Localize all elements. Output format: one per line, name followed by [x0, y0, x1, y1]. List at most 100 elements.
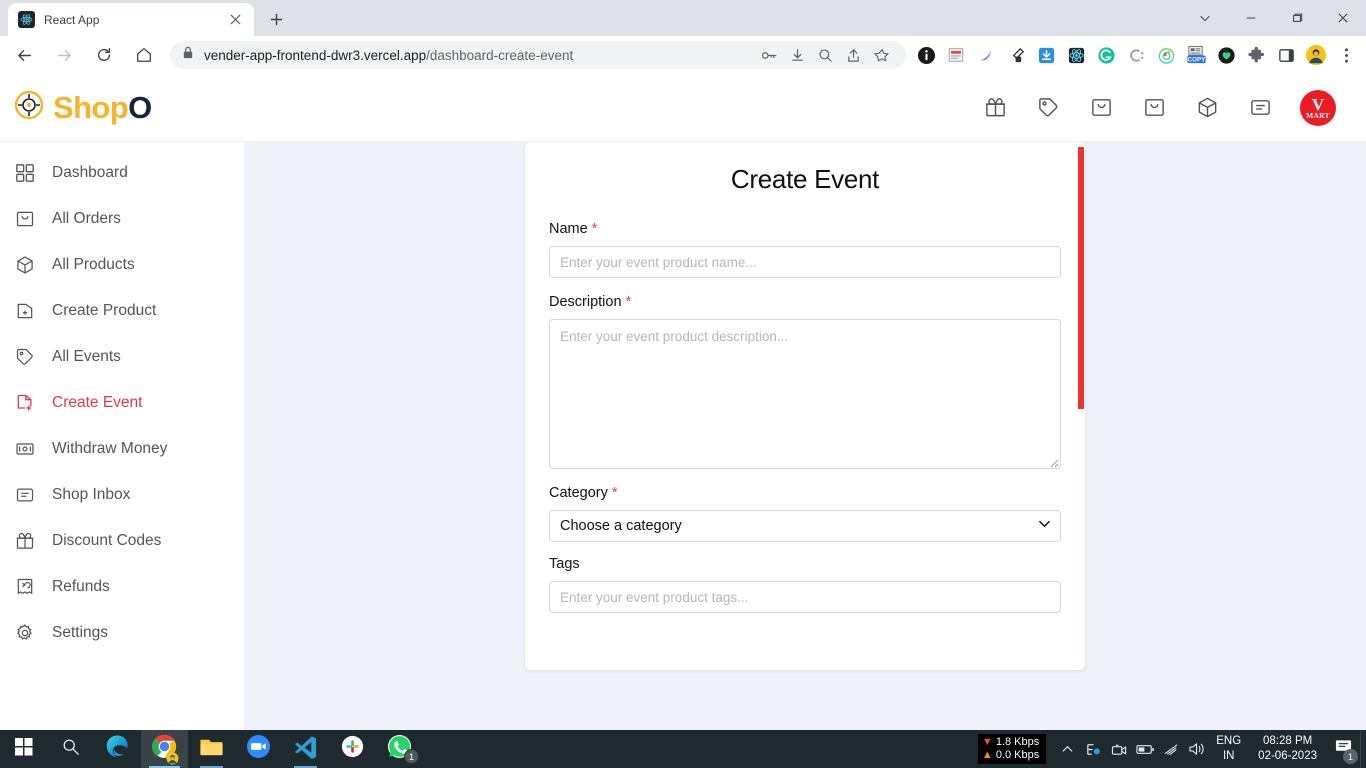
shopo-logo[interactable]: ShopO — [14, 90, 152, 126]
download-blue-icon[interactable] — [1032, 41, 1060, 69]
sidebar-item-create-product[interactable]: Create Product — [0, 288, 244, 334]
sidebar-item-settings[interactable]: Settings — [0, 610, 244, 656]
sidepanel-icon[interactable] — [1272, 41, 1300, 69]
logo-text: ShopO — [53, 89, 152, 125]
bookmark-star-icon[interactable] — [868, 42, 894, 68]
volume-icon[interactable] — [1184, 730, 1210, 768]
info-badge-icon[interactable] — [912, 41, 940, 69]
name-input[interactable] — [549, 246, 1061, 278]
copy-icon[interactable]: COPY — [1182, 41, 1210, 69]
package-icon[interactable] — [1194, 95, 1220, 121]
notes-icon[interactable] — [942, 41, 970, 69]
tags-input[interactable] — [549, 581, 1061, 613]
puzzle-extensions-icon[interactable] — [1242, 41, 1270, 69]
grid-dashboard-icon — [14, 162, 36, 184]
sidebar-item-discount-codes[interactable]: Discount Codes — [0, 518, 244, 564]
chrome-icon — [151, 734, 179, 765]
sidebar-item-refunds[interactable]: Refunds — [0, 564, 244, 610]
sidebar-item-label: Discount Codes — [52, 532, 162, 549]
gift-icon — [14, 530, 36, 552]
sidebar-item-label: Create Event — [52, 394, 143, 411]
heart-shield-icon[interactable] — [1212, 41, 1240, 69]
zoom-button[interactable] — [235, 730, 282, 768]
description-textarea[interactable] — [549, 319, 1061, 469]
download-icon[interactable] — [784, 42, 810, 68]
tab-title: React App — [44, 12, 100, 27]
whatsapp-button[interactable]: 1 — [376, 730, 423, 768]
shopping-bag-2-icon[interactable] — [1141, 95, 1167, 121]
sidebar-item-label: All Products — [52, 256, 135, 273]
slack-button[interactable] — [329, 730, 376, 768]
network-share-icon[interactable] — [1080, 730, 1106, 768]
battery-icon[interactable] — [1132, 730, 1158, 768]
back-arrow-icon[interactable] — [9, 40, 39, 70]
grammarly-icon[interactable] — [1092, 41, 1120, 69]
profile-avatar-icon[interactable] — [1302, 41, 1330, 69]
reload-icon[interactable] — [89, 40, 119, 70]
address-bar[interactable]: vender-app-frontend-dwr3.vercel.app/dash… — [170, 41, 906, 69]
c-colon-icon[interactable] — [1122, 41, 1150, 69]
avatar[interactable]: V MART — [1300, 89, 1336, 126]
chevron-down-icon[interactable] — [1182, 2, 1228, 34]
sidebar-item-all-orders[interactable]: All Orders — [0, 196, 244, 242]
network-speed-widget[interactable]: ▼ 1.8 Kbps ▲ 0.0 Kbps — [977, 734, 1047, 764]
gradient-icon[interactable] — [972, 41, 1000, 69]
sidebar: Dashboard All Orders All Products Create… — [0, 142, 244, 730]
new-tab-button[interactable] — [262, 5, 290, 33]
extensions-tray: COPY — [912, 41, 1362, 69]
header-icon-group: V MART — [982, 89, 1336, 126]
wifi-icon[interactable] — [1158, 730, 1184, 768]
chevron-up-icon[interactable] — [1054, 730, 1080, 768]
vscode-button[interactable] — [282, 730, 329, 768]
show-desktop-button[interactable] — [1360, 730, 1366, 768]
close-icon[interactable] — [226, 11, 244, 29]
sidebar-item-withdraw-money[interactable]: Withdraw Money — [0, 426, 244, 472]
gift-icon[interactable] — [982, 95, 1008, 121]
sidebar-item-shop-inbox[interactable]: Shop Inbox — [0, 472, 244, 518]
language-indicator[interactable]: ENG IN — [1210, 734, 1249, 764]
required-marker: * — [625, 294, 632, 310]
sidebar-item-label: Refunds — [52, 578, 110, 595]
maximize-icon[interactable] — [1274, 2, 1320, 34]
shopping-bag-icon — [14, 208, 36, 230]
start-button[interactable] — [0, 730, 47, 768]
forward-arrow-icon[interactable] — [49, 40, 79, 70]
sidebar-item-all-products[interactable]: All Products — [0, 242, 244, 288]
share-icon[interactable] — [840, 42, 866, 68]
page-scrollbar[interactable] — [1078, 142, 1084, 730]
page-viewport: ShopO V MART Dashboard All Orders All Pr… — [0, 74, 1366, 730]
scrollbar-thumb[interactable] — [1078, 147, 1084, 409]
shopping-bag-icon[interactable] — [1088, 95, 1114, 121]
file-explorer-button[interactable] — [188, 730, 235, 768]
sidebar-item-all-events[interactable]: All Events — [0, 334, 244, 380]
category-select[interactable]: Choose a category — [549, 510, 1061, 542]
target-icon[interactable] — [1152, 41, 1180, 69]
react-devtools-icon[interactable] — [1062, 41, 1090, 69]
close-window-icon[interactable] — [1320, 2, 1366, 34]
page-title: Create Event — [730, 164, 880, 194]
clock-time: 08:28 PM — [1262, 735, 1313, 747]
home-icon[interactable] — [129, 40, 159, 70]
chrome-menu-icon[interactable] — [1332, 41, 1360, 69]
upload-speed: ▲ 0.0 Kbps — [981, 749, 1040, 761]
browser-tab[interactable]: React App — [8, 3, 254, 36]
clock[interactable]: 08:28 PM 02-06-2023 — [1249, 734, 1326, 764]
zoom-app-icon — [246, 734, 271, 764]
chrome-button[interactable] — [141, 730, 188, 768]
tags-field-group: Tags — [549, 556, 1061, 613]
name-label: Name * — [549, 221, 598, 237]
camera-icon[interactable] — [1106, 730, 1132, 768]
zoom-icon[interactable] — [812, 42, 838, 68]
download-arrow-icon: ▼ — [981, 736, 993, 748]
sidebar-item-create-event[interactable]: Create Event — [0, 380, 244, 426]
edge-button[interactable] — [94, 730, 141, 768]
eyedropper-icon[interactable] — [1002, 41, 1030, 69]
sidebar-item-dashboard[interactable]: Dashboard — [0, 150, 244, 196]
target-logo-icon — [14, 90, 44, 125]
message-icon[interactable] — [1247, 95, 1273, 121]
tag-icon[interactable] — [1035, 95, 1061, 121]
key-icon[interactable] — [756, 42, 782, 68]
notification-center-button[interactable]: 1 — [1326, 730, 1360, 768]
minimize-icon[interactable] — [1228, 2, 1274, 34]
search-button[interactable] — [47, 730, 94, 768]
